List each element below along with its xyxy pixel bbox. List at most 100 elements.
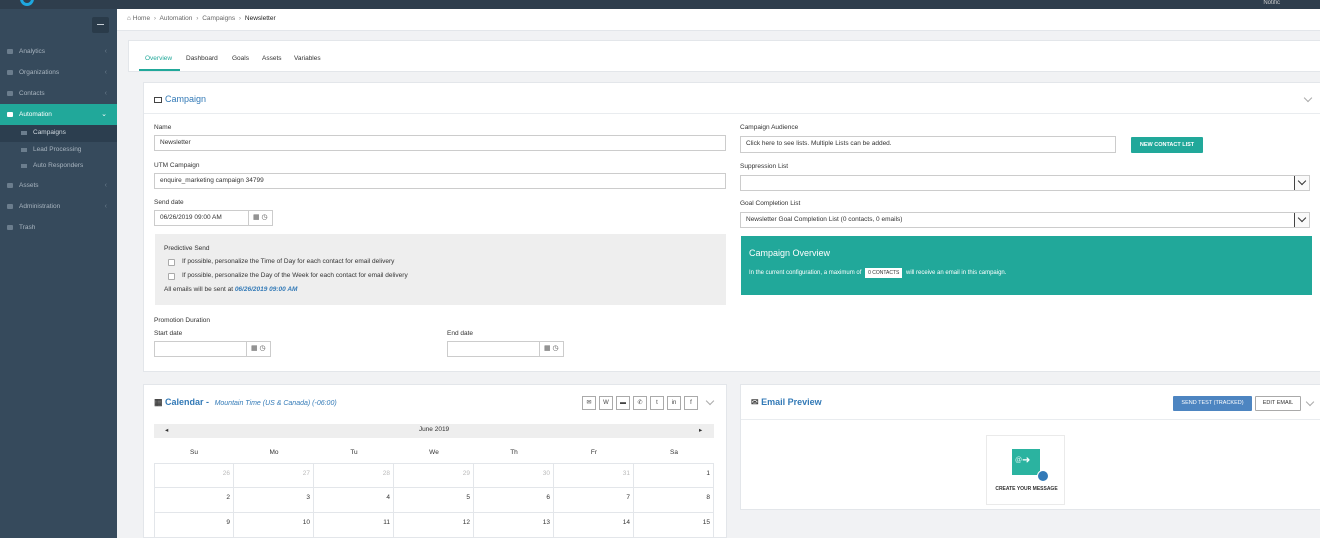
calendar-clock-icon[interactable]: ▦ ◷: [249, 210, 273, 226]
breadcrumb-home[interactable]: Home: [133, 15, 150, 22]
breadcrumb-campaigns[interactable]: Campaigns: [202, 15, 235, 22]
facebook-icon[interactable]: f: [684, 396, 698, 410]
sidebar-toggle-button[interactable]: [92, 17, 109, 33]
chat-icon[interactable]: ▬: [616, 396, 630, 410]
phone-icon[interactable]: ✆: [633, 396, 647, 410]
start-date-field[interactable]: [154, 341, 247, 357]
goal-completion-value: Newsletter Goal Completion List (0 conta…: [746, 216, 903, 223]
tab-assets[interactable]: Assets: [262, 55, 282, 62]
utm-campaign-field[interactable]: enquire_marketing campaign 34799: [154, 173, 726, 189]
calendar-week-row: 2 3 4 5 6 7 8: [154, 488, 714, 513]
calendar-day-cell[interactable]: 11: [314, 513, 394, 538]
gears-icon: [7, 112, 13, 117]
calendar-day-cell[interactable]: 15: [634, 513, 714, 538]
sidebar-item-automation[interactable]: Automation ⌄: [0, 104, 117, 125]
calendar-day-cell[interactable]: 7: [554, 488, 634, 513]
send-test-button[interactable]: SEND TEST (TRACKED): [1173, 396, 1252, 411]
chevron-left-icon: ‹: [104, 202, 107, 210]
predictive-time-checkbox[interactable]: [168, 259, 175, 266]
calendar-day-cell[interactable]: 9: [154, 513, 234, 538]
weekday-label: Mo: [269, 449, 279, 456]
sidebar-item-trash[interactable]: Trash: [0, 217, 117, 238]
calendar-day-cell[interactable]: 10: [234, 513, 314, 538]
sidebar-subitem-auto-responders[interactable]: Auto Responders: [0, 158, 117, 175]
create-message-tile[interactable]: @ CREATE YOUR MESSAGE: [986, 435, 1065, 505]
calendar-day-cell[interactable]: 12: [394, 513, 474, 538]
suppression-list-select[interactable]: [740, 175, 1310, 191]
calendar-day-cell[interactable]: 8: [634, 488, 714, 513]
calendar-title-text: Calendar -: [165, 397, 210, 407]
calendar-clock-icon[interactable]: ▦ ◷: [540, 341, 564, 357]
wordpress-icon[interactable]: W: [599, 396, 613, 410]
sidebar-subitem-lead-processing[interactable]: Lead Processing: [0, 142, 117, 159]
chevron-left-icon: ‹: [104, 69, 107, 76]
tab-variables[interactable]: Variables: [294, 55, 321, 62]
campaign-overview-title: Campaign Overview: [749, 248, 831, 258]
breadcrumb-automation[interactable]: Automation: [160, 15, 193, 22]
send-date-label: Send date: [154, 199, 184, 206]
predictive-send-box: Predictive Send If possible, personalize…: [155, 234, 726, 305]
user-menu[interactable]: Notific: [1263, 0, 1280, 9]
sidebar-item-contacts[interactable]: Contacts ‹: [0, 83, 117, 104]
email-icon[interactable]: ✉: [582, 396, 596, 410]
calendar-day-cell[interactable]: 5: [394, 488, 474, 513]
tab-goals[interactable]: Goals: [232, 55, 249, 62]
sidebar-item-label: Trash: [19, 223, 36, 231]
calendar-clock-icon[interactable]: ▦ ◷: [247, 341, 271, 357]
sidebar-subitem-campaigns[interactable]: Campaigns: [0, 125, 117, 142]
sent-at-text: All emails will be sent at 06/26/2019 09…: [164, 286, 297, 293]
sidebar-item-organizations[interactable]: Organizations ‹: [0, 62, 117, 83]
collapse-chevron-icon[interactable]: [1305, 397, 1315, 407]
calendar-day-cell[interactable]: 4: [314, 488, 394, 513]
calendar-day-cell[interactable]: 14: [554, 513, 634, 538]
predictive-day-checkbox[interactable]: [168, 273, 175, 280]
utm-campaign-label: UTM Campaign: [154, 162, 200, 169]
calendar-day-cell[interactable]: 30: [474, 463, 554, 488]
sidebar-subitem-label: Campaigns: [33, 129, 66, 136]
campaign-icon: [21, 131, 27, 135]
suppression-list-label: Suppression List: [740, 163, 789, 170]
send-date-field[interactable]: 06/26/2019 09:00 AM: [154, 210, 249, 226]
app-logo[interactable]: [20, 0, 34, 6]
campaign-audience-field[interactable]: Click here to see lists. Multiple Lists …: [740, 136, 1116, 153]
new-contact-list-button[interactable]: NEW CONTACT LIST: [1131, 137, 1203, 153]
calendar-day-cell[interactable]: 3: [234, 488, 314, 513]
calendar-day-cell[interactable]: 26: [154, 463, 234, 488]
twitter-icon[interactable]: t: [650, 396, 664, 410]
collapse-chevron-icon[interactable]: [705, 396, 715, 406]
name-field[interactable]: Newsletter: [154, 135, 726, 151]
gear-icon: [21, 164, 27, 168]
calendar-day-cell[interactable]: 1: [634, 463, 714, 488]
chevron-left-icon: ‹: [104, 181, 107, 189]
campaign-overview-text: In the current configuration, a maximum …: [749, 268, 1006, 278]
calendar-day-cell[interactable]: 13: [474, 513, 554, 538]
calendar-day-cell[interactable]: 2: [154, 488, 234, 513]
collapse-chevron-icon[interactable]: [1303, 93, 1313, 103]
tab-overview[interactable]: Overview: [145, 55, 172, 62]
email-preview-panel: ✉ Email Preview SEND TEST (TRACKED) EDIT…: [740, 384, 1320, 510]
calendar-day-cell[interactable]: 29: [394, 463, 474, 488]
sidebar-item-administration[interactable]: Administration ‹: [0, 196, 117, 217]
calendar-grid: 26 27 28 29 30 31 1 2 3 4 5 6 7 8 9 10 1…: [154, 463, 714, 538]
next-month-button[interactable]: ▸: [699, 426, 702, 434]
calendar-day-cell[interactable]: 28: [314, 463, 394, 488]
lock-icon: [7, 203, 13, 209]
edit-email-button[interactable]: EDIT EMAIL: [1255, 396, 1301, 411]
end-date-field[interactable]: [447, 341, 540, 357]
tab-bar: Overview Dashboard Goals Assets Variable…: [128, 40, 1320, 72]
goal-completion-select[interactable]: Newsletter Goal Completion List (0 conta…: [740, 212, 1310, 228]
calendar-day-cell[interactable]: 6: [474, 488, 554, 513]
sidebar-item-analytics[interactable]: Analytics ‹: [0, 41, 117, 62]
predictive-time-label: If possible, personalize the Time of Day…: [182, 258, 395, 265]
calendar-panel-title: ▦ Calendar - Mountain Time (US & Canada)…: [154, 397, 337, 408]
tab-dashboard[interactable]: Dashboard: [186, 55, 218, 62]
linkedin-icon[interactable]: in: [667, 396, 681, 410]
calendar-icon: ▦: [154, 397, 163, 407]
user-circle-icon: [1037, 470, 1049, 482]
envelope-icon: ✉: [751, 397, 759, 407]
campaign-panel-title: Campaign: [154, 94, 206, 104]
calendar-day-cell[interactable]: 31: [554, 463, 634, 488]
weekday-label: We: [429, 449, 439, 456]
calendar-day-cell[interactable]: 27: [234, 463, 314, 488]
sidebar-item-assets[interactable]: Assets ‹: [0, 175, 117, 196]
